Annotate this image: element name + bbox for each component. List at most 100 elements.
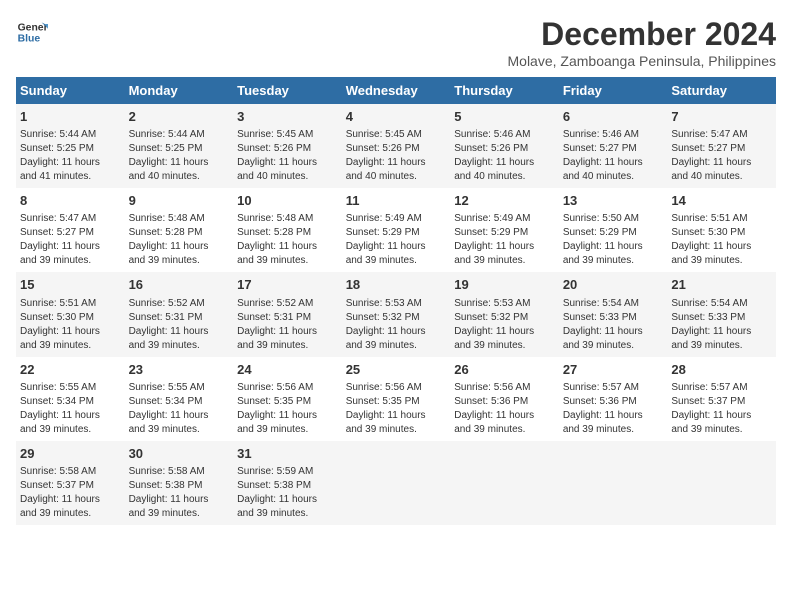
day-number: 22 (20, 361, 121, 379)
logo: General Blue (16, 16, 48, 48)
calendar-day-cell (667, 441, 776, 525)
day-info-line: Sunrise: 5:53 AM (454, 297, 555, 311)
day-number: 6 (563, 108, 664, 126)
day-info-line: Sunset: 5:31 PM (237, 311, 338, 325)
day-info-line: Sunrise: 5:57 AM (563, 381, 664, 395)
day-info-line: Sunrise: 5:58 AM (129, 465, 230, 479)
day-number: 16 (129, 276, 230, 294)
day-info-line: Sunset: 5:28 PM (237, 226, 338, 240)
calendar-day-cell: 20Sunrise: 5:54 AMSunset: 5:33 PMDayligh… (559, 272, 668, 356)
day-info-line: Sunset: 5:35 PM (346, 395, 447, 409)
calendar-day-cell: 14Sunrise: 5:51 AMSunset: 5:30 PMDayligh… (667, 188, 776, 272)
day-info-line: and 40 minutes. (671, 170, 772, 184)
calendar-day-cell: 26Sunrise: 5:56 AMSunset: 5:36 PMDayligh… (450, 357, 559, 441)
day-info-line: Sunrise: 5:48 AM (237, 212, 338, 226)
day-info-line: Daylight: 11 hours (237, 409, 338, 423)
calendar-table: SundayMondayTuesdayWednesdayThursdayFrid… (16, 77, 776, 525)
day-number: 9 (129, 192, 230, 210)
day-info-line: and 39 minutes. (454, 254, 555, 268)
day-info-line: Sunset: 5:32 PM (346, 311, 447, 325)
calendar-day-cell: 6Sunrise: 5:46 AMSunset: 5:27 PMDaylight… (559, 104, 668, 188)
day-info-line: and 39 minutes. (563, 254, 664, 268)
calendar-day-cell: 24Sunrise: 5:56 AMSunset: 5:35 PMDayligh… (233, 357, 342, 441)
day-info-line: Sunset: 5:27 PM (671, 142, 772, 156)
calendar-day-cell: 23Sunrise: 5:55 AMSunset: 5:34 PMDayligh… (125, 357, 234, 441)
day-info-line: Sunrise: 5:45 AM (237, 128, 338, 142)
weekday-header-cell: Monday (125, 77, 234, 104)
day-info-line: Daylight: 11 hours (20, 156, 121, 170)
day-info-line: Daylight: 11 hours (563, 409, 664, 423)
calendar-day-cell: 10Sunrise: 5:48 AMSunset: 5:28 PMDayligh… (233, 188, 342, 272)
day-info-line: Daylight: 11 hours (20, 493, 121, 507)
day-info-line: Daylight: 11 hours (237, 240, 338, 254)
day-info-line: Sunset: 5:30 PM (20, 311, 121, 325)
day-info-line: Sunrise: 5:52 AM (129, 297, 230, 311)
weekday-header-cell: Thursday (450, 77, 559, 104)
day-info-line: and 39 minutes. (346, 339, 447, 353)
day-info-line: Sunrise: 5:44 AM (129, 128, 230, 142)
day-info-line: Sunrise: 5:49 AM (454, 212, 555, 226)
day-info-line: Daylight: 11 hours (671, 325, 772, 339)
day-info-line: and 39 minutes. (20, 254, 121, 268)
day-info-line: Sunrise: 5:47 AM (671, 128, 772, 142)
calendar-day-cell: 5Sunrise: 5:46 AMSunset: 5:26 PMDaylight… (450, 104, 559, 188)
day-info-line: Daylight: 11 hours (129, 409, 230, 423)
calendar-day-cell: 17Sunrise: 5:52 AMSunset: 5:31 PMDayligh… (233, 272, 342, 356)
calendar-day-cell: 13Sunrise: 5:50 AMSunset: 5:29 PMDayligh… (559, 188, 668, 272)
day-info-line: Sunset: 5:36 PM (454, 395, 555, 409)
day-info-line: Daylight: 11 hours (563, 240, 664, 254)
day-info-line: Sunrise: 5:56 AM (346, 381, 447, 395)
day-info-line: and 39 minutes. (20, 339, 121, 353)
day-info-line: and 40 minutes. (563, 170, 664, 184)
day-number: 2 (129, 108, 230, 126)
day-info-line: Daylight: 11 hours (129, 156, 230, 170)
day-info-line: Sunset: 5:37 PM (20, 479, 121, 493)
day-info-line: and 39 minutes. (237, 423, 338, 437)
day-number: 18 (346, 276, 447, 294)
day-info-line: Sunrise: 5:54 AM (563, 297, 664, 311)
page-title: December 2024 (508, 16, 777, 53)
day-number: 3 (237, 108, 338, 126)
day-number: 23 (129, 361, 230, 379)
day-info-line: Sunset: 5:38 PM (237, 479, 338, 493)
day-info-line: and 39 minutes. (346, 423, 447, 437)
day-info-line: Sunset: 5:30 PM (671, 226, 772, 240)
day-info-line: and 40 minutes. (454, 170, 555, 184)
day-info-line: Sunset: 5:29 PM (346, 226, 447, 240)
day-number: 25 (346, 361, 447, 379)
day-info-line: Sunrise: 5:58 AM (20, 465, 121, 479)
day-info-line: Daylight: 11 hours (20, 325, 121, 339)
day-info-line: and 39 minutes. (346, 254, 447, 268)
calendar-day-cell (342, 441, 451, 525)
day-info-line: and 40 minutes. (237, 170, 338, 184)
calendar-day-cell: 31Sunrise: 5:59 AMSunset: 5:38 PMDayligh… (233, 441, 342, 525)
day-info-line: and 39 minutes. (563, 339, 664, 353)
day-number: 8 (20, 192, 121, 210)
day-number: 27 (563, 361, 664, 379)
calendar-day-cell (450, 441, 559, 525)
day-number: 31 (237, 445, 338, 463)
day-info-line: and 39 minutes. (671, 254, 772, 268)
calendar-day-cell: 15Sunrise: 5:51 AMSunset: 5:30 PMDayligh… (16, 272, 125, 356)
day-info-line: and 39 minutes. (20, 423, 121, 437)
day-number: 4 (346, 108, 447, 126)
day-info-line: Daylight: 11 hours (129, 240, 230, 254)
day-info-line: Daylight: 11 hours (671, 156, 772, 170)
day-info-line: Daylight: 11 hours (237, 156, 338, 170)
day-info-line: Daylight: 11 hours (237, 493, 338, 507)
day-info-line: Daylight: 11 hours (454, 156, 555, 170)
calendar-day-cell: 9Sunrise: 5:48 AMSunset: 5:28 PMDaylight… (125, 188, 234, 272)
day-info-line: Daylight: 11 hours (20, 409, 121, 423)
day-info-line: Daylight: 11 hours (563, 156, 664, 170)
day-info-line: Daylight: 11 hours (346, 156, 447, 170)
calendar-day-cell (559, 441, 668, 525)
day-number: 11 (346, 192, 447, 210)
day-info-line: Sunset: 5:32 PM (454, 311, 555, 325)
day-info-line: and 39 minutes. (454, 339, 555, 353)
day-info-line: and 40 minutes. (346, 170, 447, 184)
day-info-line: and 39 minutes. (454, 423, 555, 437)
day-info-line: Sunrise: 5:48 AM (129, 212, 230, 226)
weekday-header-cell: Sunday (16, 77, 125, 104)
day-info-line: Daylight: 11 hours (671, 240, 772, 254)
day-info-line: Sunset: 5:37 PM (671, 395, 772, 409)
